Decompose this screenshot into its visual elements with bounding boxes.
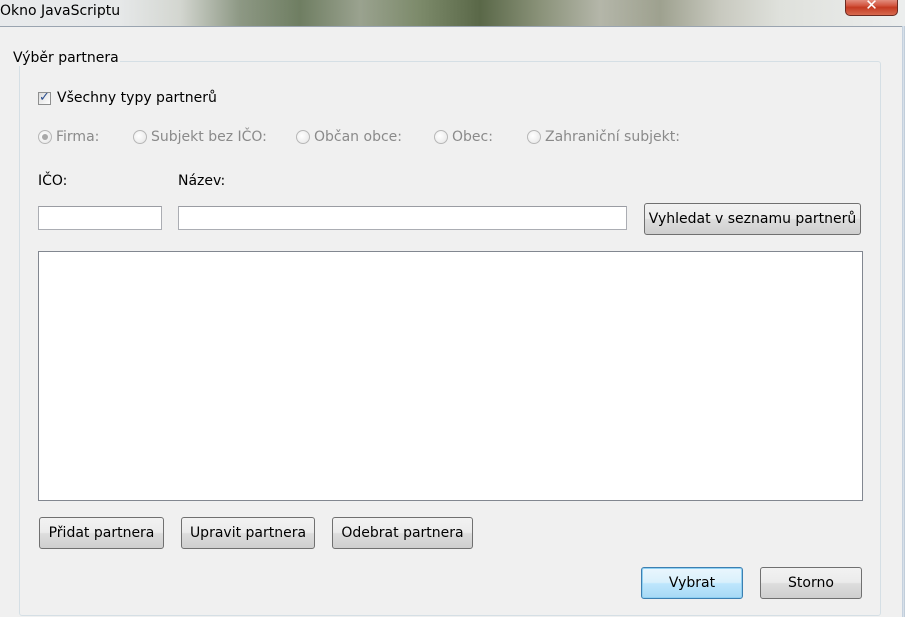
all-types-checkbox-row[interactable]: ✓ Všechny typy partnerů bbox=[38, 90, 217, 106]
ico-input[interactable] bbox=[38, 206, 162, 230]
all-types-checkbox[interactable]: ✓ bbox=[38, 89, 51, 105]
cancel-button[interactable]: Storno bbox=[760, 567, 862, 599]
radio-obcan-obce[interactable]: Občan obce: bbox=[296, 129, 402, 145]
add-partner-button[interactable]: Přidat partnera bbox=[39, 517, 164, 549]
radio-button-icon[interactable] bbox=[527, 130, 541, 144]
radio-zahranicni-subjekt[interactable]: Zahraniční subjekt: bbox=[527, 129, 680, 145]
radio-obec[interactable]: Obec: bbox=[434, 129, 493, 145]
window-title: Okno JavaScriptu bbox=[0, 3, 121, 19]
name-label: Název: bbox=[178, 173, 226, 189]
radio-label: Subjekt bez IČO: bbox=[151, 129, 267, 145]
title-bar[interactable]: Okno JavaScriptu ✕ bbox=[0, 0, 905, 27]
radio-label: Obec: bbox=[452, 129, 493, 145]
close-button[interactable]: ✕ bbox=[845, 0, 898, 16]
select-button[interactable]: Vybrat bbox=[641, 567, 743, 599]
radio-label: Občan obce: bbox=[314, 129, 402, 145]
radio-firma[interactable]: Firma: bbox=[38, 129, 99, 145]
radio-button-icon[interactable] bbox=[434, 130, 448, 144]
radio-button-icon[interactable] bbox=[133, 130, 147, 144]
remove-partner-button[interactable]: Odebrat partnera bbox=[332, 517, 473, 549]
checkmark-icon: ✓ bbox=[39, 89, 50, 105]
ico-label: IČO: bbox=[38, 173, 68, 189]
search-partners-button[interactable]: Vyhledat v seznamu partnerů bbox=[644, 203, 861, 235]
javascript-dialog-window: Okno JavaScriptu ✕ Výběr partnera ✓ Všec… bbox=[0, 0, 905, 617]
partner-results-list[interactable] bbox=[38, 251, 863, 501]
radio-button-icon[interactable] bbox=[38, 130, 52, 144]
all-types-label: Všechny typy partnerů bbox=[57, 90, 217, 106]
radio-label: Zahraniční subjekt: bbox=[545, 129, 680, 145]
radio-subjekt-bez-ico[interactable]: Subjekt bez IČO: bbox=[133, 129, 267, 145]
radio-label: Firma: bbox=[56, 129, 100, 145]
name-input[interactable] bbox=[178, 206, 627, 230]
group-title: Výběr partnera bbox=[12, 50, 120, 66]
close-icon: ✕ bbox=[865, 0, 878, 14]
edit-partner-button[interactable]: Upravit partnera bbox=[181, 517, 315, 549]
radio-button-icon[interactable] bbox=[296, 130, 310, 144]
